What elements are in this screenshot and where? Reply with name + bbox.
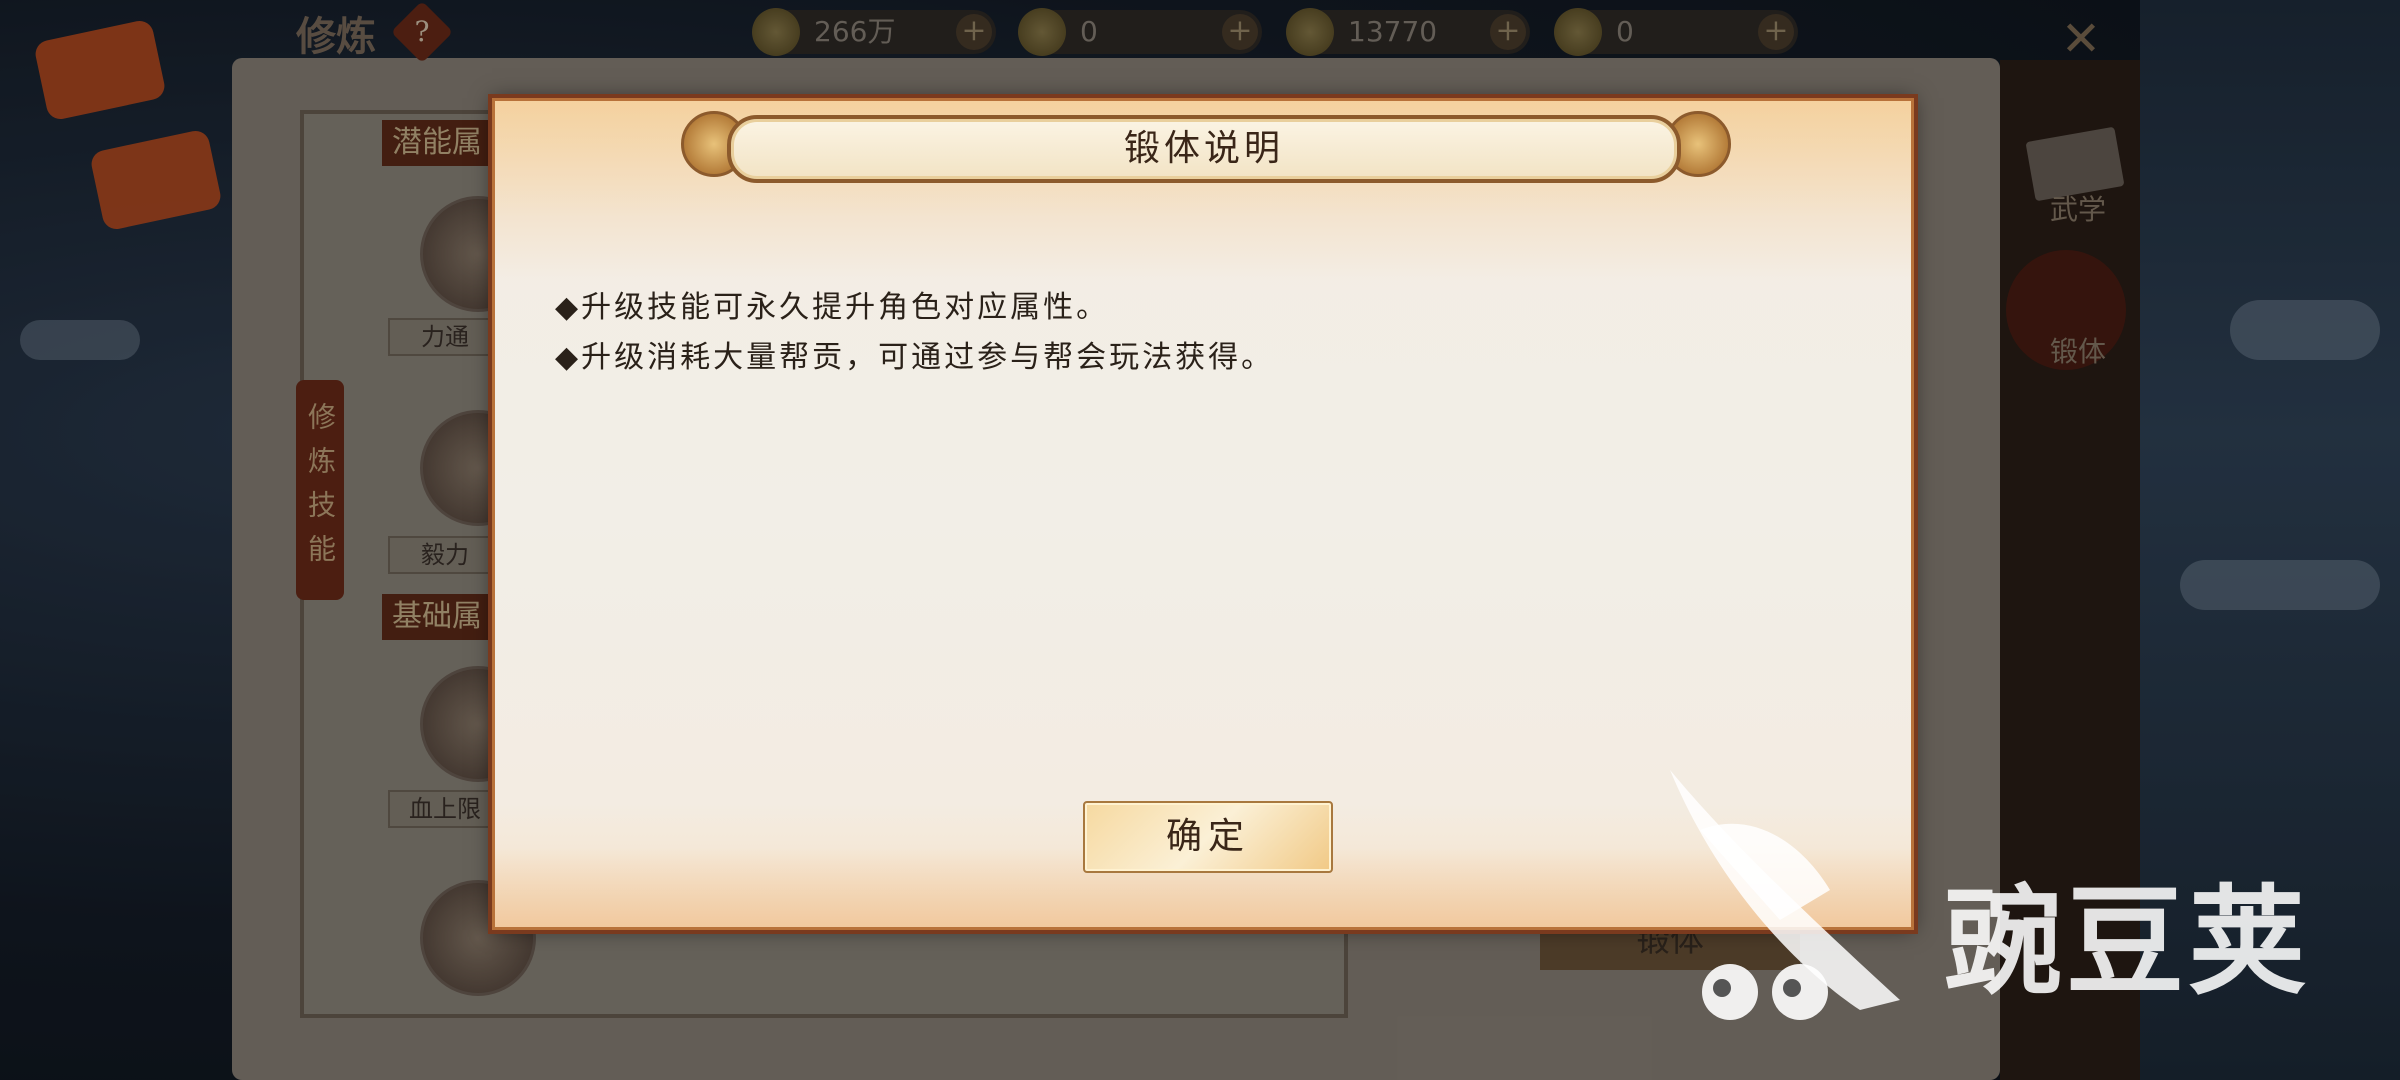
confirm-button[interactable]: 确定 bbox=[1083, 801, 1333, 873]
dialog-content: ◆升级技能可永久提升角色对应属性。 ◆升级消耗大量帮贡，可通过参与帮会玩法获得。 bbox=[555, 283, 1274, 383]
dialog-title-bar: 锻体说明 bbox=[727, 115, 1681, 183]
watermark-text: 豌豆荚 bbox=[1944, 873, 2311, 1011]
dialog-title: 锻体说明 bbox=[1123, 128, 1284, 169]
description-line: ◆升级消耗大量帮贡，可通过参与帮会玩法获得。 bbox=[555, 340, 1275, 375]
description-line: ◆升级技能可永久提升角色对应属性。 bbox=[555, 290, 1110, 325]
pea-pod-logo-icon bbox=[1670, 770, 1900, 1020]
